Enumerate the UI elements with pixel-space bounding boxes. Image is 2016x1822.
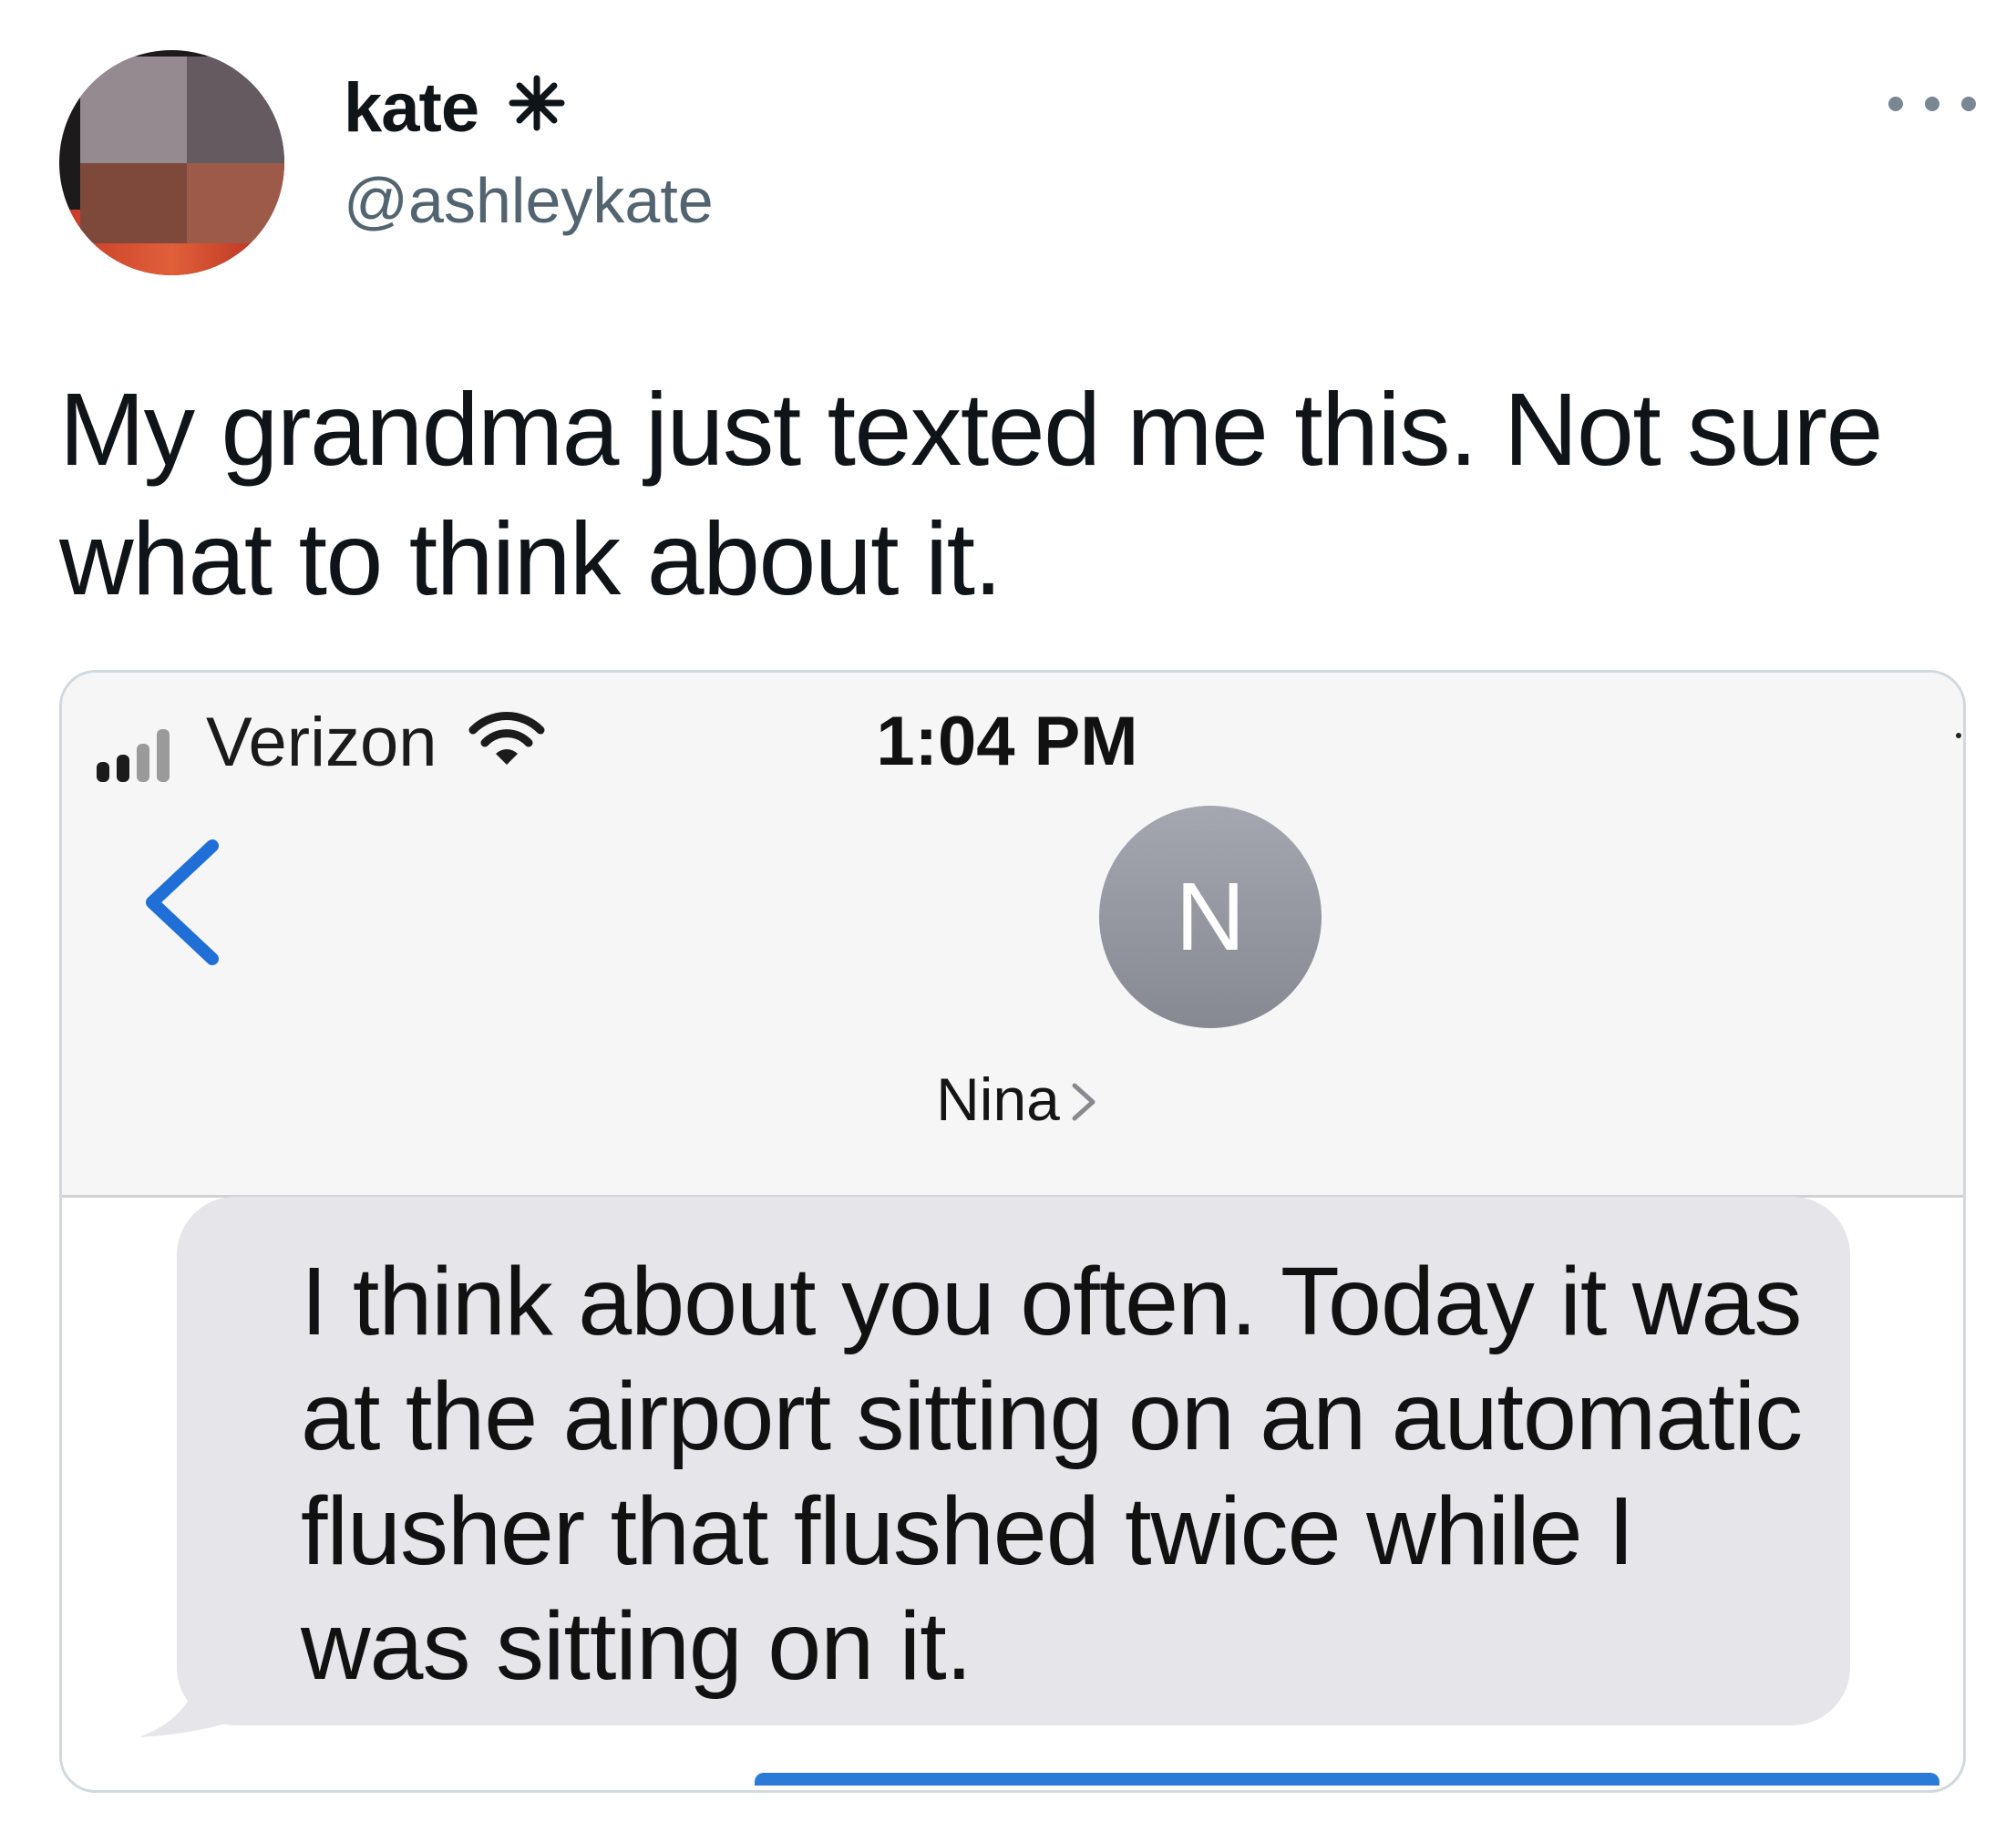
avatar-pixel: [187, 163, 284, 243]
received-message-bubble[interactable]: I think about you often. Today it was at…: [177, 1197, 1850, 1725]
status-time: 1:04 PM: [876, 703, 1138, 780]
contact-avatar[interactable]: N: [1099, 806, 1322, 1028]
display-name[interactable]: kate: [344, 68, 479, 148]
avatar-pixel: [80, 57, 187, 163]
contact-name: Nina: [936, 1065, 1060, 1133]
messages-header: Verizon 1:04 PM N Nina: [62, 673, 1963, 1198]
sent-message-bubble-edge: [755, 1773, 1939, 1786]
profile-avatar[interactable]: [59, 50, 284, 275]
star-icon: [509, 75, 565, 131]
avatar-pixel: [80, 163, 187, 243]
status-dot: [1956, 733, 1961, 738]
more-icon[interactable]: [1888, 87, 1976, 120]
tweet-text: My grandma just texted me this. Not sure…: [59, 372, 1883, 616]
user-handle[interactable]: @ashleykate: [344, 164, 714, 237]
contact-name-link[interactable]: Nina: [62, 1065, 1963, 1134]
avatar-pixel: [187, 57, 284, 163]
chevron-right-icon: [1072, 1083, 1095, 1121]
attached-image[interactable]: Verizon 1:04 PM N Nina I think about you…: [59, 670, 1966, 1793]
message-text: I think about you often. Today it was at…: [301, 1248, 1803, 1700]
back-chevron-icon[interactable]: [139, 835, 231, 970]
